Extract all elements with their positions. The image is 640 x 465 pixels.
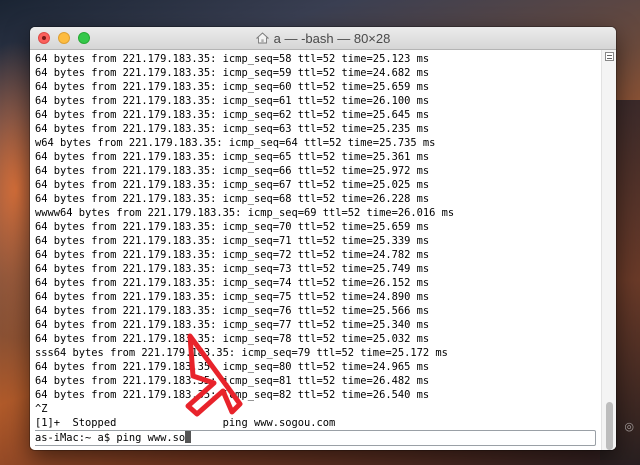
terminal-line: 64 bytes from 221.179.183.35: icmp_seq=7… [35, 305, 430, 317]
terminal-line: 64 bytes from 221.179.183.35: icmp_seq=7… [35, 249, 430, 261]
lines-icon[interactable] [605, 52, 614, 61]
terminal-line: 64 bytes from 221.179.183.35: icmp_seq=8… [35, 375, 430, 387]
terminal-line: 64 bytes from 221.179.183.35: icmp_seq=7… [35, 333, 430, 345]
window-controls [38, 32, 90, 44]
zoom-button[interactable] [78, 32, 90, 44]
terminal-line: 64 bytes from 221.179.183.35: icmp_seq=6… [35, 123, 430, 135]
terminal-window: a — -bash — 80×28 64 bytes from 221.179.… [30, 27, 616, 450]
terminal-line: 64 bytes from 221.179.183.35: icmp_seq=6… [35, 165, 430, 177]
terminal-line: 64 bytes from 221.179.183.35: icmp_seq=8… [35, 361, 430, 373]
minimize-button[interactable] [58, 32, 70, 44]
home-folder-icon [255, 32, 269, 44]
terminal-line: 64 bytes from 221.179.183.35: icmp_seq=6… [35, 95, 430, 107]
terminal-text: 64 bytes from 221.179.183.35: icmp_seq=5… [35, 52, 596, 446]
terminal-line: 64 bytes from 221.179.183.35: icmp_seq=7… [35, 277, 430, 289]
terminal-line: [1]+ Stopped ping www.sogou.com [35, 417, 336, 429]
terminal-line: 64 bytes from 221.179.183.35: icmp_seq=7… [35, 221, 430, 233]
command-prompt-text: as-iMac:~ a$ ping www.so [35, 432, 186, 444]
watermark: ◎ [624, 420, 634, 433]
terminal-line: w64 bytes from 221.179.183.35: icmp_seq=… [35, 137, 436, 149]
terminal-line: 64 bytes from 221.179.183.35: icmp_seq=7… [35, 263, 430, 275]
window-title: a — -bash — 80×28 [255, 30, 391, 46]
terminal-line: ^Z [35, 403, 48, 415]
terminal-line: 64 bytes from 221.179.183.35: icmp_seq=5… [35, 67, 430, 79]
terminal-line: 64 bytes from 221.179.183.35: icmp_seq=7… [35, 291, 430, 303]
terminal-line: 64 bytes from 221.179.183.35: icmp_seq=6… [35, 193, 430, 205]
terminal-line: sss64 bytes from 221.179.183.35: icmp_se… [35, 347, 448, 359]
terminal-line: 64 bytes from 221.179.183.35: icmp_seq=5… [35, 53, 430, 65]
vertical-scrollbar[interactable] [601, 50, 616, 450]
terminal-line: 64 bytes from 221.179.183.35: icmp_seq=6… [35, 81, 430, 93]
title-bar[interactable]: a — -bash — 80×28 [30, 27, 616, 50]
text-cursor [185, 431, 192, 443]
terminal-line: 64 bytes from 221.179.183.35: icmp_seq=6… [35, 179, 430, 191]
scrollbar-thumb[interactable] [606, 402, 613, 450]
command-prompt-line[interactable]: as-iMac:~ a$ ping www.so [35, 430, 596, 446]
terminal-output-area[interactable]: 64 bytes from 221.179.183.35: icmp_seq=5… [30, 50, 616, 450]
terminal-line: 64 bytes from 221.179.183.35: icmp_seq=7… [35, 235, 430, 247]
terminal-line: wwww64 bytes from 221.179.183.35: icmp_s… [35, 207, 455, 219]
window-title-text: a — -bash — 80×28 [273, 30, 391, 46]
terminal-line: 64 bytes from 221.179.183.35: icmp_seq=6… [35, 109, 430, 121]
terminal-line: 64 bytes from 221.179.183.35: icmp_seq=7… [35, 319, 430, 331]
close-button[interactable] [38, 32, 50, 44]
terminal-line: 64 bytes from 221.179.183.35: icmp_seq=6… [35, 151, 430, 163]
terminal-line: 64 bytes from 221.179.183.35: icmp_seq=8… [35, 389, 430, 401]
